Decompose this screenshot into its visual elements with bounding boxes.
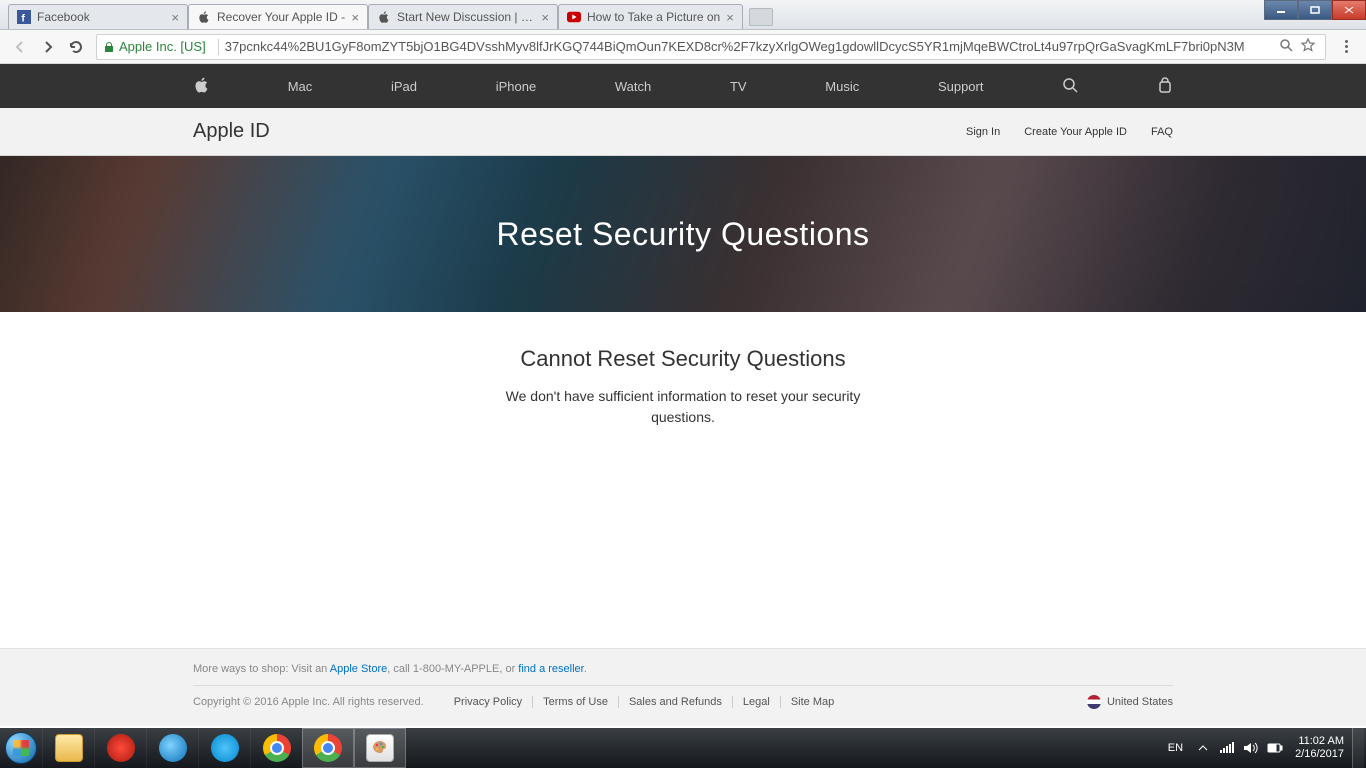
tray-language[interactable]: EN — [1168, 742, 1183, 754]
browser-tab[interactable]: f Facebook × — [8, 4, 188, 29]
taskbar-explorer[interactable] — [42, 728, 94, 768]
minimize-button[interactable] — [1264, 0, 1298, 20]
find-reseller-link[interactable]: find a reseller — [518, 663, 583, 675]
divider — [218, 39, 219, 55]
footer-privacy[interactable]: Privacy Policy — [444, 696, 533, 708]
chrome-menu-button[interactable] — [1332, 40, 1360, 53]
taskbar-paint[interactable] — [354, 728, 406, 768]
hero-title: Reset Security Questions — [496, 216, 869, 253]
create-appleid-link[interactable]: Create Your Apple ID — [1024, 126, 1127, 138]
taskbar-ie[interactable] — [146, 728, 198, 768]
taskbar-chrome-active[interactable] — [302, 728, 354, 768]
copyright-text: Copyright © 2016 Apple Inc. All rights r… — [193, 696, 424, 708]
network-icon[interactable] — [1218, 739, 1236, 757]
back-button[interactable] — [6, 33, 34, 61]
error-heading: Cannot Reset Security Questions — [0, 346, 1366, 372]
browser-tab-strip: f Facebook × Recover Your Apple ID - × S… — [0, 0, 1366, 30]
apple-global-nav: Mac iPad iPhone Watch TV Music Support — [0, 64, 1366, 108]
apple-icon — [197, 10, 211, 24]
volume-icon[interactable] — [1242, 739, 1260, 757]
address-bar[interactable]: Apple Inc. [US] 37pcnkc44%2BU1GyF8omZYT5… — [96, 34, 1326, 60]
youtube-icon — [567, 10, 581, 24]
tray-up-icon[interactable] — [1194, 739, 1212, 757]
apple-logo-icon[interactable] — [193, 76, 209, 97]
bookmark-icon[interactable] — [1301, 38, 1319, 55]
close-icon[interactable]: × — [541, 10, 549, 25]
tab-title: Facebook — [37, 10, 165, 24]
nav-music[interactable]: Music — [825, 79, 859, 94]
country-selector[interactable]: United States — [1087, 695, 1173, 709]
address-bar-row: Apple Inc. [US] 37pcnkc44%2BU1GyF8omZYT5… — [0, 30, 1366, 64]
search-icon[interactable] — [1062, 77, 1078, 96]
nav-tv[interactable]: TV — [730, 79, 747, 94]
reload-button[interactable] — [62, 33, 90, 61]
start-button[interactable] — [0, 728, 42, 768]
us-flag-icon — [1087, 695, 1101, 709]
browser-tab-active[interactable]: Recover Your Apple ID - × — [188, 4, 368, 29]
secure-org-label: Apple Inc. [US] — [119, 39, 206, 54]
window-controls — [1264, 0, 1366, 20]
footer-shop-line: More ways to shop: Visit an Apple Store,… — [193, 663, 1173, 686]
faq-link[interactable]: FAQ — [1151, 126, 1173, 138]
hero-banner: Reset Security Questions — [0, 156, 1366, 312]
apple-store-link[interactable]: Apple Store — [330, 663, 387, 675]
browser-tab[interactable]: Start New Discussion | Co × — [368, 4, 558, 29]
page-footer: More ways to shop: Visit an Apple Store,… — [0, 648, 1366, 726]
battery-icon[interactable] — [1266, 739, 1284, 757]
nav-mac[interactable]: Mac — [288, 79, 313, 94]
appleid-sub-nav: Apple ID Sign In Create Your Apple ID FA… — [0, 108, 1366, 156]
lock-icon: Apple Inc. [US] — [103, 39, 206, 54]
zoom-icon[interactable] — [1279, 38, 1297, 55]
main-content: Cannot Reset Security Questions We don't… — [0, 312, 1366, 428]
taskbar-opera[interactable] — [94, 728, 146, 768]
page-title: Apple ID — [193, 120, 270, 143]
bag-icon[interactable] — [1157, 77, 1173, 96]
footer-legal[interactable]: Legal — [733, 696, 781, 708]
nav-ipad[interactable]: iPad — [391, 79, 417, 94]
new-tab-button[interactable] — [749, 8, 773, 26]
taskbar-chrome[interactable] — [250, 728, 302, 768]
tab-title: Recover Your Apple ID - — [217, 10, 345, 24]
system-tray: EN 11:02 AM 2/16/2017 — [1168, 728, 1366, 768]
windows-taskbar: EN 11:02 AM 2/16/2017 — [0, 728, 1366, 768]
forward-button[interactable] — [34, 33, 62, 61]
close-icon[interactable]: × — [726, 10, 734, 25]
svg-text:f: f — [21, 12, 25, 24]
footer-sitemap[interactable]: Site Map — [781, 696, 844, 708]
close-window-button[interactable] — [1332, 0, 1366, 20]
apple-icon — [377, 10, 391, 24]
tray-clock[interactable]: 11:02 AM 2/16/2017 — [1295, 735, 1344, 761]
signin-link[interactable]: Sign In — [966, 126, 1000, 138]
maximize-button[interactable] — [1298, 0, 1332, 20]
close-icon[interactable]: × — [171, 10, 179, 25]
close-icon[interactable]: × — [351, 10, 359, 25]
nav-iphone[interactable]: iPhone — [496, 79, 536, 94]
footer-terms[interactable]: Terms of Use — [533, 696, 619, 708]
error-body: We don't have sufficient information to … — [473, 386, 893, 428]
taskbar-skype[interactable] — [198, 728, 250, 768]
url-text: 37pcnkc44%2BU1GyF8omZYT5bjO1BG4DVsshMyv8… — [225, 39, 1245, 54]
show-desktop-button[interactable] — [1352, 728, 1364, 768]
nav-watch[interactable]: Watch — [615, 79, 651, 94]
footer-sales[interactable]: Sales and Refunds — [619, 696, 733, 708]
tab-title: Start New Discussion | Co — [397, 10, 535, 24]
nav-support[interactable]: Support — [938, 79, 984, 94]
browser-tab[interactable]: How to Take a Picture on × — [558, 4, 743, 29]
tab-title: How to Take a Picture on — [587, 10, 720, 24]
facebook-icon: f — [17, 10, 31, 24]
